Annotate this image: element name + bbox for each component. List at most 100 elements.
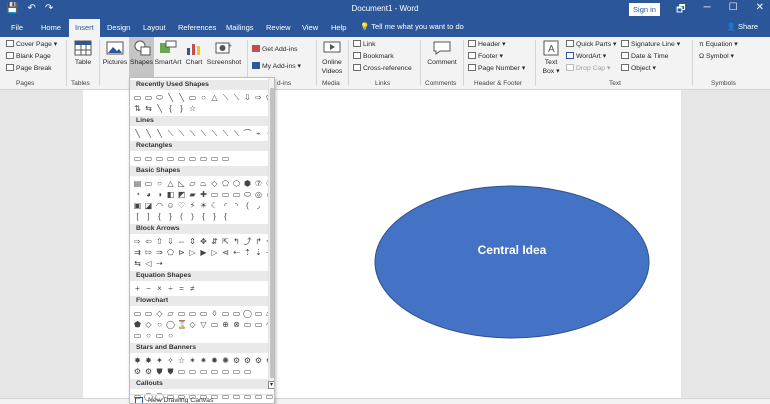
shape-icon[interactable]: ⇨ <box>133 237 142 246</box>
shape-icon[interactable]: ▭ <box>210 320 219 329</box>
shape-icon[interactable]: ▭ <box>188 367 197 376</box>
gallery-scrollbar[interactable] <box>268 78 274 389</box>
shape-icon[interactable]: ⇡ <box>243 248 252 257</box>
footer-button[interactable]: Footer ▾ <box>468 52 503 62</box>
date-time-button[interactable]: Date & Time <box>621 52 668 62</box>
online-videos-button[interactable]: Online Videos <box>318 40 346 76</box>
shape-icon[interactable]: ⇣ <box>254 248 263 257</box>
text-box-button[interactable]: A Text Box ▾ <box>538 40 564 76</box>
shape-icon[interactable]: ⟍ <box>210 129 219 138</box>
shape-icon[interactable]: ⛊ <box>166 367 175 376</box>
close-icon[interactable]: ✕ <box>756 2 764 19</box>
shape-icon[interactable]: ▣ <box>133 201 142 210</box>
shape-icon[interactable]: ○ <box>155 320 164 329</box>
screenshot-button[interactable]: + Screenshot <box>206 40 242 67</box>
shape-icon[interactable]: { <box>199 212 208 221</box>
shape-icon[interactable]: ▭ <box>221 367 230 376</box>
shape-icon[interactable]: ⬭ <box>243 190 252 199</box>
shape-icon[interactable]: ⇱ <box>221 237 230 246</box>
shape-icon[interactable]: △ <box>166 179 175 188</box>
page-number-button[interactable]: Page Number ▾ <box>468 64 525 74</box>
shape-icon[interactable]: ⏢ <box>199 179 208 188</box>
shape-icon[interactable]: ⇢ <box>155 259 164 268</box>
tab-design[interactable]: Design <box>107 22 130 34</box>
shape-icon[interactable]: ( <box>243 201 252 210</box>
shape-icon[interactable]: ◎ <box>254 190 263 199</box>
shape-icon[interactable]: × <box>155 284 164 293</box>
shape-icon[interactable]: ◞ <box>254 201 263 210</box>
shape-icon[interactable]: ⬢ <box>243 179 252 188</box>
shape-icon[interactable]: ▭ <box>243 320 252 329</box>
shape-icon[interactable]: ⇰ <box>144 248 153 257</box>
gallery-scroll-thumb[interactable] <box>270 88 274 378</box>
shape-icon[interactable]: ◯ <box>166 320 175 329</box>
smartart-button[interactable]: SmartArt <box>154 40 182 67</box>
ribbon-display-options-icon[interactable]: 🗗 <box>676 2 685 19</box>
shape-icon[interactable]: ▭ <box>232 190 241 199</box>
shape-icon[interactable]: ▭ <box>188 309 197 318</box>
shape-icon[interactable]: ⤴ <box>243 237 252 246</box>
shape-icon[interactable]: ✶ <box>188 356 197 365</box>
shape-icon[interactable]: ⇕ <box>188 237 197 246</box>
shape-icon[interactable]: ▭ <box>155 154 164 163</box>
shape-icon[interactable]: ╲ <box>155 129 164 138</box>
shape-icon[interactable]: ▭ <box>133 93 142 102</box>
shape-icon[interactable]: ✷ <box>199 356 208 365</box>
signature-line-button[interactable]: Signature Line ▾ <box>621 40 680 50</box>
shape-icon[interactable]: ↱ <box>254 237 263 246</box>
shape-icon[interactable]: ▭ <box>144 179 153 188</box>
shape-icon[interactable]: ▭ <box>199 154 208 163</box>
tab-review[interactable]: Review <box>266 22 291 34</box>
shape-icon[interactable]: ⇵ <box>210 237 219 246</box>
shape-icon[interactable]: ⛊ <box>155 367 164 376</box>
shape-icon[interactable]: ▭ <box>243 367 252 376</box>
tab-file[interactable]: File <box>11 22 23 34</box>
shape-icon[interactable]: ⌁ <box>254 129 263 138</box>
shape-icon[interactable]: ⇠ <box>232 248 241 257</box>
shape-icon[interactable]: ] <box>144 212 153 221</box>
shape-icon[interactable]: ▭ <box>133 154 142 163</box>
central-idea-ellipse[interactable] <box>374 185 650 339</box>
header-button[interactable]: Header ▾ <box>468 40 506 50</box>
shape-icon[interactable]: ⬠ <box>221 179 230 188</box>
shape-icon[interactable]: ◇ <box>144 320 153 329</box>
shape-icon[interactable]: ▭ <box>232 367 241 376</box>
shape-icon[interactable]: ▭ <box>188 93 197 102</box>
shape-icon[interactable]: ◺ <box>177 179 186 188</box>
shape-icon[interactable]: ⚙ <box>144 367 153 376</box>
symbol-button[interactable]: Ω Symbol ▾ <box>699 52 734 62</box>
shape-icon[interactable]: ▽ <box>199 320 208 329</box>
shape-icon[interactable]: ÷ <box>166 284 175 293</box>
shape-icon[interactable]: ✥ <box>199 237 208 246</box>
shape-icon[interactable]: ◑ <box>155 190 164 199</box>
shape-icon[interactable]: ▭ <box>221 309 230 318</box>
shape-icon[interactable]: ▭ <box>144 154 153 163</box>
shape-icon[interactable]: ◩ <box>177 190 186 199</box>
shape-icon[interactable]: ⇩ <box>243 93 252 102</box>
shape-icon[interactable]: ⌛ <box>177 320 186 329</box>
shape-icon[interactable]: ▭ <box>166 154 175 163</box>
shape-icon[interactable]: ⇉ <box>133 248 142 257</box>
shape-icon[interactable]: − <box>144 284 153 293</box>
tab-home[interactable]: Home <box>41 22 61 34</box>
shape-icon[interactable]: ▭ <box>232 309 241 318</box>
shape-icon[interactable]: ◇ <box>210 179 219 188</box>
tab-insert[interactable]: Insert <box>69 19 100 37</box>
equation-button[interactable]: π Equation ▾ <box>699 40 738 50</box>
shape-icon[interactable]: ☺ <box>166 201 175 210</box>
get-add-ins-button[interactable]: Get Add-ins <box>252 45 298 55</box>
cross-reference-button[interactable]: Cross-reference <box>353 64 412 74</box>
shape-icon[interactable]: ◁ <box>144 259 153 268</box>
shape-icon[interactable]: ⇆ <box>144 104 153 113</box>
shape-icon[interactable]: ▤ <box>133 179 142 188</box>
shape-icon[interactable]: ⟍ <box>199 129 208 138</box>
shape-icon[interactable]: ╲ <box>177 93 186 102</box>
shape-icon[interactable]: ◝ <box>232 201 241 210</box>
shape-icon[interactable]: ⇧ <box>155 237 164 246</box>
shape-icon[interactable]: ▭ <box>210 367 219 376</box>
shape-icon[interactable]: ⊲ <box>221 248 230 257</box>
shape-icon[interactable]: ⚡ <box>188 201 197 210</box>
shape-icon[interactable]: ♡ <box>177 201 186 210</box>
shape-icon[interactable]: ○ <box>155 179 164 188</box>
shape-icon[interactable]: ⚙ <box>243 356 252 365</box>
